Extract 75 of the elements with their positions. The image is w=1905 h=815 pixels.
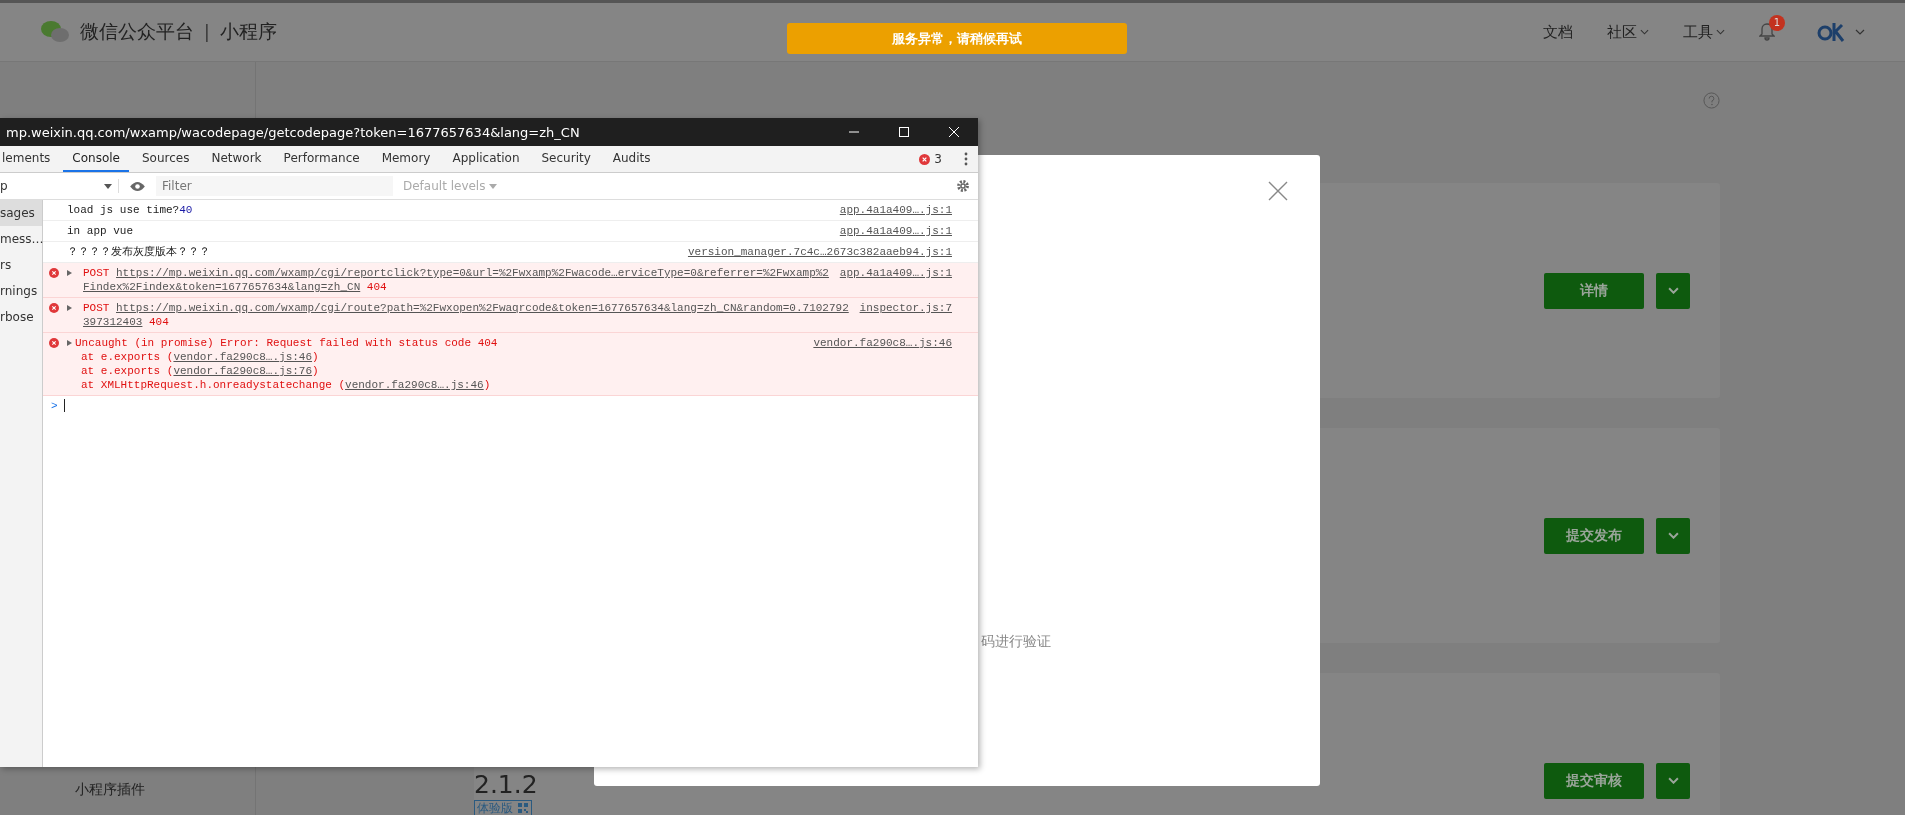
stack-frame: at e.exports ( xyxy=(81,351,174,363)
chevron-down-icon xyxy=(1667,777,1679,784)
devtools-tab[interactable]: Network xyxy=(202,146,271,172)
nav-link[interactable]: 社区 xyxy=(1607,22,1649,42)
devtools-tab[interactable]: Audits xyxy=(603,146,660,172)
text-cursor[interactable] xyxy=(63,399,65,412)
source-link[interactable]: vendor.fa290c8….js:46 xyxy=(813,336,952,350)
chat-bubbles-icon xyxy=(40,20,70,44)
title-separator: | xyxy=(204,22,210,42)
console-message: load js use time?40 xyxy=(67,203,194,217)
context-select[interactable]: p xyxy=(0,179,119,193)
error-icon xyxy=(49,268,59,278)
console-message: in app vue xyxy=(67,224,134,238)
request-error-message: POST https://mp.weixin.qq.com/wxamp/cgi/route?path=%2Fwxopen%2Fwaqrcode&token=1677657634&lang=zh_CN&random=0.7102792397312403 404 xyxy=(83,301,850,329)
stack-frame: at e.exports ( xyxy=(81,365,174,377)
error-icon xyxy=(919,153,931,165)
request-error-message: POST https://mp.weixin.qq.com/wxamp/cgi/reportclick?type=0&url=%2Fwxamp%2Fwacode…erviceType=0&referrer=%2Fwxamp%2Findex%2Findex&token=1677657634&lang=zh_CN 404 xyxy=(83,266,830,294)
devtools-tab[interactable]: Sources xyxy=(133,146,199,172)
devtools-tab[interactable]: Application xyxy=(443,146,529,172)
devtools-tab[interactable]: Console xyxy=(63,146,129,172)
expand-triangle-icon[interactable] xyxy=(67,340,72,346)
filter-sidebar-item[interactable]: rnings xyxy=(0,278,42,304)
source-link[interactable]: app.4a1a409….js:1 xyxy=(839,203,952,217)
version-number: 2.1.2 xyxy=(474,772,538,797)
dropdown-triangle-icon xyxy=(104,183,112,189)
devtools-tab[interactable]: Performance xyxy=(274,146,369,172)
window-title: mp.weixin.qq.com/wxamp/wacodepage/getcodepage?token=1677657634&lang=zh_CN xyxy=(6,124,581,140)
filter-sidebar-item[interactable]: sages xyxy=(0,200,42,226)
stack-frame: at XMLHttpRequest.h.onreadystatechange ( xyxy=(81,379,346,391)
filter-sidebar-item[interactable]: mess… xyxy=(0,226,42,252)
notice-banner: 服务异常，请稍候再试 xyxy=(787,23,1127,54)
source-link[interactable]: version_manager.7c4c…2673c382aaeb94.js:1 xyxy=(687,245,952,259)
devtools-tab[interactable]: lements xyxy=(0,146,60,172)
settings-icon[interactable] xyxy=(956,179,970,193)
stack-frame-end: ) xyxy=(312,351,319,363)
devtools-tab[interactable]: Security xyxy=(532,146,600,172)
source-link[interactable]: inspector.js:7 xyxy=(859,301,952,315)
console-prompt: > xyxy=(51,399,58,412)
modal-text: 码进行验证 xyxy=(981,633,1051,651)
sidebar-item[interactable]: 小程序插件 xyxy=(0,781,255,799)
caret-icon xyxy=(1640,29,1649,35)
filter-sidebar-item[interactable]: rbose xyxy=(0,304,42,330)
maximize-icon[interactable] xyxy=(898,126,910,138)
nav-link[interactable]: 文档 xyxy=(1543,22,1573,42)
stack-frame-end: ) xyxy=(312,365,319,377)
chevron-down-icon xyxy=(1667,532,1679,539)
product-name: 小程序 xyxy=(219,19,277,44)
stack-source-link[interactable]: vendor.fa290c8….js:46 xyxy=(345,379,484,391)
error-icon xyxy=(49,338,59,348)
error-icon xyxy=(49,303,59,313)
stack-source-link[interactable]: vendor.fa290c8….js:46 xyxy=(173,351,313,363)
bell-icon[interactable] xyxy=(1759,23,1775,41)
dropdown-triangle-icon xyxy=(489,183,498,189)
chevron-down-icon xyxy=(1667,287,1679,294)
stack-frame-end: ) xyxy=(483,379,491,391)
caret-icon[interactable] xyxy=(1855,29,1865,35)
nav-link[interactable]: 工具 xyxy=(1683,22,1725,42)
console-message: ？？？？发布灰度版本？？？ xyxy=(67,245,211,259)
error-count[interactable]: 3 xyxy=(934,152,942,166)
notification-badge: 1 xyxy=(1769,15,1785,31)
source-link[interactable]: app.4a1a409….js:1 xyxy=(839,224,952,238)
expand-triangle-icon[interactable] xyxy=(67,305,72,311)
qr-code-icon xyxy=(517,802,529,814)
devtools-tab[interactable]: Memory xyxy=(372,146,440,172)
caret-icon xyxy=(1716,29,1725,35)
error-message: Uncaught (in promise) Error: Request failed with status code 404 xyxy=(75,337,498,349)
filter-field[interactable]: Filter xyxy=(156,176,393,196)
stack-source-link[interactable]: vendor.fa290c8….js:76 xyxy=(173,365,313,377)
source-link[interactable]: app.4a1a409….js:1 xyxy=(839,266,952,280)
filter-sidebar-item[interactable]: rs xyxy=(0,252,42,278)
expand-triangle-icon[interactable] xyxy=(67,270,72,276)
more-icon[interactable] xyxy=(964,152,968,166)
avatar-logo-icon[interactable] xyxy=(1817,20,1845,44)
eye-icon[interactable] xyxy=(129,180,146,192)
platform-name: 微信公众平台 xyxy=(80,19,194,44)
